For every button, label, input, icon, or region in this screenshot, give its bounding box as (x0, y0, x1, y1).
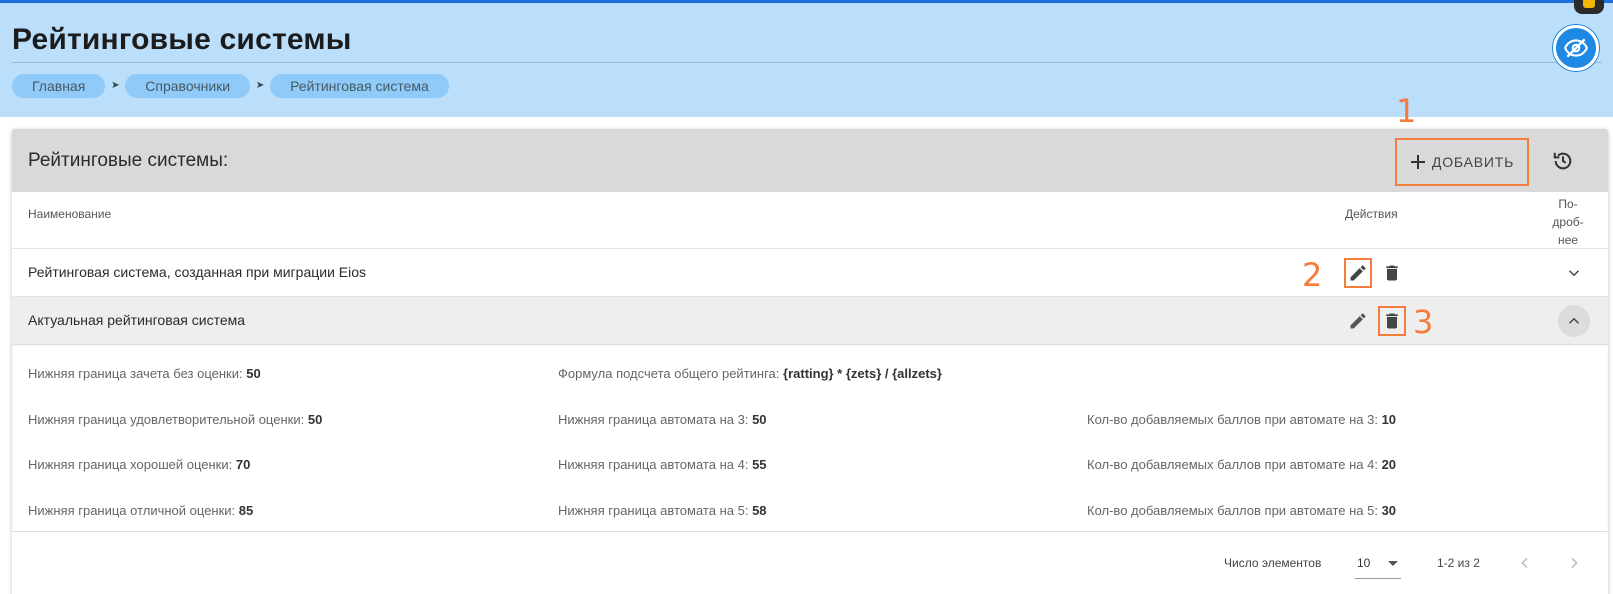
panel-header: Рейтинговые системы: ДОБАВИТЬ (12, 129, 1608, 192)
chevron-right-icon (1571, 557, 1578, 569)
detail-value: 10 (1381, 412, 1397, 427)
column-header-more-line: По- (1558, 197, 1578, 211)
row-name: Актуальная рейтинговая система (28, 312, 246, 328)
detail-value: 30 (1381, 503, 1397, 518)
previous-page-button[interactable] (1513, 551, 1537, 575)
edit-button[interactable] (1344, 258, 1372, 288)
hide-header-button[interactable] (1553, 25, 1599, 71)
detail-label: Нижняя граница автомата на 3: (558, 412, 749, 427)
table-row[interactable]: Актуальная рейтинговая система 3 (12, 296, 1608, 344)
detail-label: Нижняя граница зачета без оценки: (28, 366, 243, 381)
detail-label: Нижняя граница автомата на 4: (558, 457, 749, 472)
items-per-page-select[interactable]: 10 (1355, 547, 1401, 579)
items-per-page-label: Число элементов (1224, 556, 1322, 570)
detail-label: Нижняя граница отличной оценки: (28, 503, 236, 518)
detail-auto-4-threshold: Нижняя граница автомата на 4: 55 (558, 457, 767, 472)
delete-button[interactable] (1378, 258, 1406, 288)
pagination: Число элементов 10 1-2 из 2 (12, 533, 1608, 593)
detail-label: Кол-во добавляемых баллов при автомате н… (1087, 412, 1378, 427)
detail-value: 85 (238, 503, 254, 518)
expand-button[interactable] (1558, 257, 1590, 289)
edit-button[interactable] (1344, 306, 1372, 336)
table-row[interactable]: Рейтинговая система, созданная при мигра… (12, 248, 1608, 296)
row-name: Рейтинговая система, созданная при мигра… (28, 264, 367, 280)
detail-value: 50 (307, 412, 323, 427)
refresh-button[interactable] (1547, 145, 1579, 177)
detail-auto-5-threshold: Нижняя граница автомата на 5: 58 (558, 503, 767, 518)
rating-systems-panel: Рейтинговые системы: ДОБАВИТЬ Наименован… (12, 129, 1608, 594)
column-header-actions: Действия (1345, 207, 1398, 221)
breadcrumb-item-references[interactable]: Справочники (125, 74, 251, 98)
add-button[interactable]: ДОБАВИТЬ (1395, 138, 1529, 186)
detail-label: Нижняя граница удовлетворительной оценки… (28, 412, 305, 427)
plus-icon (1410, 155, 1425, 169)
detail-rating-formula: Формула подсчета общего рейтинга: {ratti… (558, 366, 942, 381)
trash-icon (1386, 313, 1398, 329)
panel-title: Рейтинговые системы: (28, 150, 229, 171)
chevron-left-icon (1521, 557, 1528, 569)
column-header-name: Наименование (28, 207, 112, 221)
delete-button[interactable] (1378, 306, 1406, 336)
dropdown-arrow-icon (1388, 560, 1398, 566)
chevron-down-icon (1568, 270, 1580, 277)
breadcrumb: Главная ➤ Справочники ➤ Рейтинговая сист… (12, 74, 449, 98)
row-details: Нижняя граница зачета без оценки: 50 Ниж… (12, 344, 1608, 532)
breadcrumb-separator-icon: ➤ (111, 80, 120, 91)
detail-auto-3-bonus: Кол-во добавляемых баллов при автомате н… (1087, 412, 1396, 427)
detail-value: 58 (752, 503, 767, 518)
breadcrumb-separator-icon: ➤ (255, 80, 265, 91)
detail-good-threshold: Нижняя граница хорошей оценки: 70 (28, 457, 250, 472)
detail-label: Нижняя граница хорошей оценки: (28, 457, 233, 472)
chat-icon-inner (1583, 0, 1595, 8)
detail-satisfactory-threshold: Нижняя граница удовлетворительной оценки… (28, 412, 322, 427)
breadcrumb-item-home[interactable]: Главная (12, 74, 106, 98)
annotation-2: 2 (1302, 256, 1323, 294)
detail-value: 70 (235, 457, 251, 472)
column-header-more: По- дроб- нее (1542, 195, 1594, 249)
detail-value: 50 (246, 366, 261, 381)
annotation-1: 1 (1396, 92, 1417, 130)
column-header-more-line: дроб- (1552, 215, 1584, 229)
column-header-more-line: нее (1558, 233, 1578, 247)
trash-icon (1386, 265, 1398, 281)
detail-value: 50 (752, 412, 767, 427)
pencil-icon (1350, 313, 1366, 329)
collapse-button[interactable] (1558, 305, 1590, 337)
detail-label: Кол-во добавляемых баллов при автомате н… (1087, 457, 1378, 472)
items-per-page-value: 10 (1357, 555, 1371, 570)
detail-value: 55 (752, 457, 767, 472)
pencil-icon (1350, 265, 1366, 281)
chat-icon[interactable] (1574, 0, 1604, 14)
detail-label: Нижняя граница автомата на 5: (558, 503, 749, 518)
add-button-label: ДОБАВИТЬ (1431, 154, 1515, 170)
detail-label: Формула подсчета общего рейтинга: (558, 366, 780, 381)
detail-auto-3-threshold: Нижняя граница автомата на 3: 50 (558, 412, 767, 427)
chevron-up-icon (1568, 317, 1580, 324)
breadcrumb-item-rating-system[interactable]: Рейтинговая система (270, 74, 449, 98)
detail-value: 20 (1381, 457, 1397, 472)
detail-auto-5-bonus: Кол-во добавляемых баллов при автомате н… (1087, 503, 1396, 518)
page-title: Рейтинговые системы (12, 23, 352, 56)
header-divider (12, 62, 1602, 63)
page-header: Рейтинговые системы Главная ➤ Справочник… (0, 3, 1613, 117)
history-icon (1553, 152, 1572, 170)
eye-off-icon (1563, 38, 1589, 58)
detail-credit-threshold: Нижняя граница зачета без оценки: 50 (28, 366, 261, 381)
detail-label: Кол-во добавляемых баллов при автомате н… (1087, 503, 1378, 518)
annotation-3: 3 (1413, 303, 1434, 341)
detail-value: {ratting} * {zets} / {allzets} (783, 366, 942, 381)
next-page-button[interactable] (1562, 551, 1586, 575)
page-range: 1-2 из 2 (1437, 556, 1480, 570)
detail-auto-4-bonus: Кол-во добавляемых баллов при автомате н… (1087, 457, 1396, 472)
detail-excellent-threshold: Нижняя граница отличной оценки: 85 (28, 503, 253, 518)
